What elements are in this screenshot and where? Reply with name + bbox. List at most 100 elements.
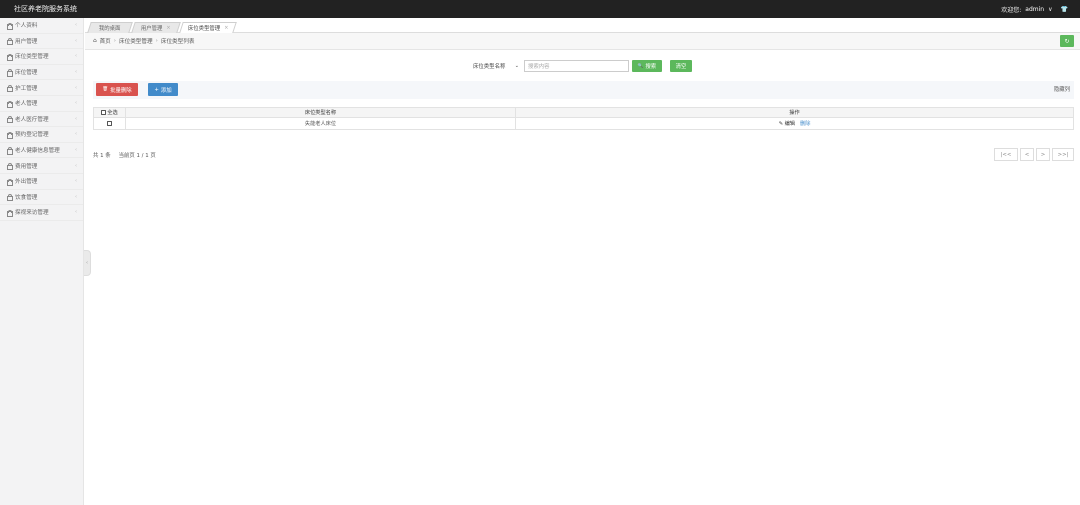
chevron-left-icon: ‹: [75, 37, 77, 44]
sidebar-item-reservations[interactable]: 预约登记管理 ‹: [0, 127, 83, 143]
sidebar-item-caregivers[interactable]: 护工管理 ‹: [0, 80, 83, 96]
home-icon: [6, 116, 13, 124]
tab-desktop[interactable]: 我的桌面: [87, 22, 133, 33]
user-menu[interactable]: admin: [1025, 6, 1044, 13]
chevron-left-icon: ‹: [75, 193, 77, 200]
sidebar-item-elders[interactable]: 老人管理 ‹: [0, 96, 83, 112]
sidebar-item-label: 老人医疗管理: [15, 116, 49, 123]
home-icon: ⌂: [93, 38, 97, 44]
tab-bed-types[interactable]: 床位类型管理 ×: [179, 22, 237, 33]
home-icon: [6, 38, 13, 46]
welcome-text: 欢迎您:: [1001, 6, 1022, 14]
sidebar-item-profile[interactable]: 个人资料 ‹: [0, 18, 83, 34]
add-label: 添加: [160, 87, 172, 94]
row-actions: ✎ 编辑 删除: [516, 118, 1073, 129]
select-value: 床位类型名称: [473, 64, 506, 70]
sidebar-item-label: 饮食管理: [15, 194, 38, 201]
edit-link[interactable]: ✎ 编辑: [779, 120, 795, 127]
search-field-select[interactable]: 床位类型名称 ⌄: [471, 60, 521, 72]
table-toolbar: 🗑 批量删除 + 添加 隐藏列: [93, 81, 1074, 99]
batch-delete-button[interactable]: 🗑 批量删除: [96, 83, 138, 96]
next-page-button[interactable]: >: [1036, 148, 1050, 161]
select-all-checkbox[interactable]: [101, 110, 107, 115]
home-icon: [6, 100, 13, 108]
theme-shirt-icon[interactable]: 👕: [1061, 6, 1068, 13]
sidebar-item-label: 老人管理: [15, 101, 38, 108]
main-content: 我的桌面 用户管理 × 床位类型管理 × ⌂ 首页 › 床位类型管理 › 床位类型列…: [85, 18, 1080, 505]
reset-button[interactable]: 清空: [670, 60, 692, 72]
select-all-label: 全选: [107, 110, 118, 116]
reset-button-label: 清空: [675, 64, 687, 70]
pagination: |<< < > >>|: [994, 148, 1074, 161]
table-row: 失能老人床位 ✎ 编辑 删除: [94, 118, 1073, 129]
sidebar-item-users[interactable]: 用户管理 ‹: [0, 34, 83, 50]
breadcrumb: ⌂ 首页 › 床位类型管理 › 床位类型列表: [85, 33, 1080, 50]
first-page-button[interactable]: |<<: [994, 148, 1018, 161]
chevron-left-icon: ‹: [75, 22, 77, 29]
sidebar-item-fees[interactable]: 费用管理 ‹: [0, 158, 83, 174]
table-header: 全选 床位类型名称 操作: [94, 108, 1073, 118]
refresh-button[interactable]: ↻: [1060, 35, 1074, 47]
chevron-down-icon[interactable]: ∨: [1048, 6, 1052, 13]
plus-icon: +: [154, 86, 159, 93]
chevron-left-icon: ‹: [75, 100, 77, 107]
breadcrumb-home[interactable]: 首页: [100, 37, 111, 45]
tab-users[interactable]: 用户管理 ×: [131, 22, 181, 33]
delete-link[interactable]: 删除: [800, 120, 810, 127]
toggle-columns-link[interactable]: 隐藏列: [1054, 85, 1070, 93]
last-page-button[interactable]: >>|: [1052, 148, 1074, 161]
pencil-icon: ✎: [778, 121, 783, 127]
chevron-left-icon: ‹: [75, 209, 77, 216]
home-icon: [6, 162, 13, 171]
breadcrumb-level1[interactable]: 床位类型管理: [119, 37, 153, 45]
tab-label: 床位类型管理: [187, 26, 220, 32]
breadcrumb-separator: ›: [113, 38, 117, 44]
chevron-left-icon: ‹: [75, 147, 77, 154]
sidebar-item-bed-types[interactable]: 床位类型管理 ‹: [0, 49, 83, 65]
sidebar-item-outings[interactable]: 外出管理 ‹: [0, 174, 83, 190]
sidebar-item-label: 护工管理: [15, 85, 38, 92]
search-button-label: 搜索: [645, 64, 657, 70]
header-select-all[interactable]: 全选: [94, 108, 126, 117]
close-icon[interactable]: ×: [167, 25, 171, 31]
search-input[interactable]: 搜索内容: [524, 60, 629, 72]
home-icon: [6, 147, 13, 155]
search-button[interactable]: 🔍 搜索: [632, 60, 662, 72]
tab-label: 用户管理: [140, 26, 163, 32]
sidebar-item-label: 预约登记管理: [15, 132, 49, 139]
chevron-left-icon: ‹: [75, 178, 77, 185]
user-area: 欢迎您: admin ∨ 👕: [1001, 5, 1068, 14]
header-name: 床位类型名称: [126, 108, 516, 117]
breadcrumb-separator: ›: [155, 38, 158, 44]
bed-type-name: 失能老人床位: [126, 118, 516, 129]
sidebar-item-visits[interactable]: 探视来访管理 ‹: [0, 205, 83, 221]
sidebar-item-diet[interactable]: 饮食管理 ‹: [0, 190, 83, 206]
total-count: 共 1 条: [93, 153, 111, 159]
chevron-left-icon: ‹: [75, 69, 77, 76]
sidebar-item-label: 用户管理: [15, 38, 38, 45]
breadcrumb-current: 床位类型列表: [160, 39, 195, 45]
sidebar-item-label: 老人健康信息管理: [15, 148, 60, 155]
add-button[interactable]: + 添加: [148, 83, 178, 96]
home-icon: [6, 209, 13, 217]
sidebar-item-label: 外出管理: [15, 179, 38, 186]
prev-page-button[interactable]: <: [1020, 148, 1034, 161]
page-indicator: 当前页 1 / 1 页: [118, 153, 156, 159]
app-title: 社区养老院服务系统: [14, 5, 77, 13]
sidebar-item-label: 床位管理: [15, 70, 38, 77]
sidebar-item-label: 床位类型管理: [15, 54, 49, 61]
search-bar: 床位类型名称 ⌄ 搜索内容 🔍 搜索 清空: [471, 59, 692, 73]
close-icon[interactable]: ×: [224, 25, 228, 31]
chevron-left-icon: ‹: [75, 162, 77, 169]
chevron-left-icon: ‹: [75, 53, 77, 60]
sidebar-item-health[interactable]: 老人健康信息管理 ‹: [0, 143, 83, 159]
chevron-left-icon: ‹: [75, 115, 77, 122]
home-icon: [6, 69, 13, 77]
home-icon: [6, 178, 13, 186]
chevron-left-icon: ‹: [75, 84, 77, 91]
sidebar-item-beds[interactable]: 床位管理 ‹: [0, 65, 83, 81]
row-checkbox[interactable]: [107, 121, 112, 126]
edit-label: 编辑: [784, 121, 795, 127]
sidebar-item-medical[interactable]: 老人医疗管理 ‹: [0, 112, 83, 128]
home-icon: [6, 194, 13, 202]
